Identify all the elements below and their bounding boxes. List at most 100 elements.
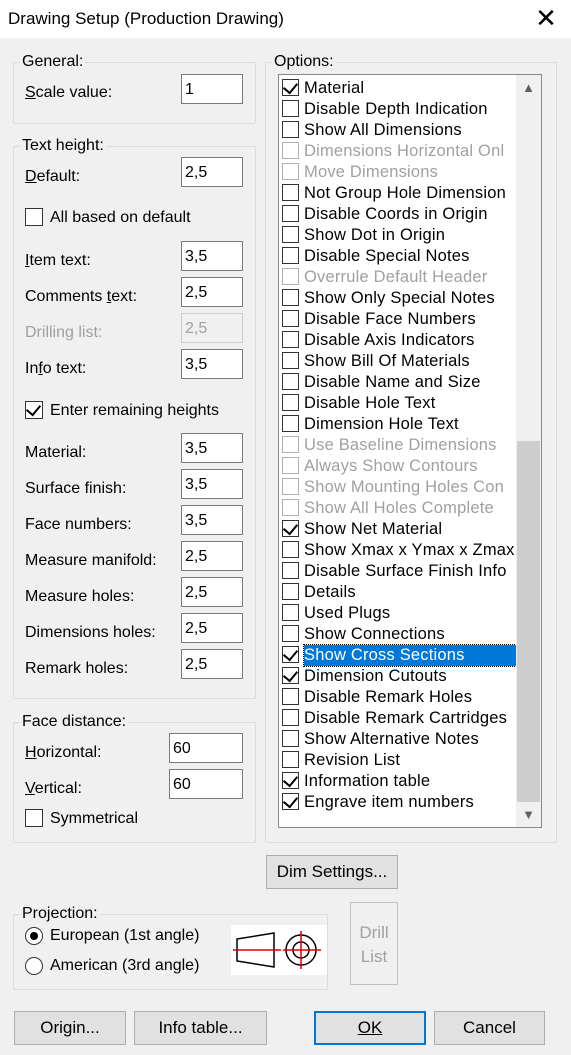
measure-manifold-input[interactable]: 2,5 [181,541,243,571]
cancel-button[interactable]: Cancel [434,1011,545,1045]
default-height-input[interactable]: 2,5 [181,157,243,187]
checkbox-icon[interactable] [282,394,299,411]
remark-holes-input[interactable]: 2,5 [181,649,243,679]
option-item[interactable]: Not Group Hole Dimension [279,183,518,204]
option-item[interactable]: Dimension Hole Text [279,414,518,435]
checkbox-icon[interactable] [282,352,299,369]
option-item[interactable]: Show Xmax x Ymax x Zmax [279,540,518,561]
checked-checkbox-icon[interactable] [282,519,299,537]
comments-text-input[interactable]: 2,5 [181,277,243,307]
checkbox-icon[interactable] [282,373,299,390]
checkbox-icon[interactable] [282,247,299,264]
option-item[interactable]: Disable Coords in Origin [279,204,518,225]
checkbox-icon[interactable] [282,625,299,642]
symmetrical-checkbox[interactable] [25,809,43,827]
options-scrollbar-thumb[interactable] [517,441,540,802]
option-item[interactable]: Always Show Contours [279,456,518,477]
dim-settings-button[interactable]: Dim Settings... [266,855,398,889]
option-item[interactable]: Use Baseline Dimensions [279,435,518,456]
checkbox-icon[interactable] [282,289,299,306]
option-item[interactable]: Disable Name and Size [279,372,518,393]
checked-checkbox-icon[interactable] [282,771,299,789]
option-item[interactable]: Disable Axis Indicators [279,330,518,351]
option-item[interactable]: Dimension Cutouts [279,666,518,687]
checkbox-icon[interactable] [282,604,299,621]
option-item[interactable]: Show Dot in Origin [279,225,518,246]
vertical-distance-input[interactable]: 60 [169,769,243,799]
option-item[interactable]: Show Mounting Holes Con [279,477,518,498]
checkbox-icon[interactable] [282,499,299,516]
scroll-down-arrow-icon[interactable]: ▼ [516,803,541,827]
item-text-input[interactable]: 3,5 [181,241,243,271]
option-item[interactable]: Used Plugs [279,603,518,624]
option-item[interactable]: Show Net Material [279,519,518,540]
horizontal-distance-input[interactable]: 60 [169,733,243,763]
option-item[interactable]: Show All Holes Complete [279,498,518,519]
checkbox-icon[interactable] [282,268,299,285]
option-item[interactable]: Move Dimensions [279,162,518,183]
info-text-input[interactable]: 3,5 [181,349,243,379]
option-item[interactable]: Show Only Special Notes [279,288,518,309]
checked-checkbox-icon[interactable] [282,78,299,96]
option-item[interactable]: Disable Surface Finish Info [279,561,518,582]
option-item[interactable]: Show Cross Sections [279,644,518,667]
enter-remaining-heights-checkbox[interactable] [25,400,43,419]
option-item[interactable]: Show Bill Of Materials [279,351,518,372]
checked-checkbox-icon[interactable] [282,645,299,663]
option-item[interactable]: Material [279,78,518,99]
european-radio[interactable] [25,927,43,945]
checkbox-icon[interactable] [282,436,299,453]
american-radio[interactable] [25,957,43,975]
option-item[interactable]: Show Alternative Notes [279,729,518,750]
checked-checkbox-icon[interactable] [282,792,299,810]
info-table-button[interactable]: Info table... [134,1011,267,1045]
option-item[interactable]: Disable Depth Indication [279,99,518,120]
face-numbers-input[interactable]: 3,5 [181,505,243,535]
option-item[interactable]: Dimensions Horizontal Onl [279,141,518,162]
measure-holes-input[interactable]: 2,5 [181,577,243,607]
checkbox-icon[interactable] [282,310,299,327]
surface-finish-input[interactable]: 3,5 [181,469,243,499]
option-item[interactable]: Disable Remark Holes [279,687,518,708]
option-item[interactable]: Details [279,582,518,603]
all-based-on-default-checkbox[interactable] [25,208,43,226]
checkbox-icon[interactable] [282,331,299,348]
option-item[interactable]: Show Connections [279,624,518,645]
option-item[interactable]: Information table [279,771,518,792]
option-item[interactable]: Disable Remark Cartridges [279,708,518,729]
option-item[interactable]: Disable Hole Text [279,393,518,414]
checkbox-icon[interactable] [282,121,299,138]
option-item[interactable]: Disable Face Numbers [279,309,518,330]
checkbox-icon[interactable] [282,205,299,222]
material-height-input[interactable]: 3,5 [181,433,243,463]
scale-value-input[interactable]: 1 [181,74,243,104]
option-item[interactable]: Revision List [279,750,518,771]
checked-checkbox-icon[interactable] [282,666,299,684]
checkbox-icon[interactable] [282,541,299,558]
option-item-label: Always Show Contours [304,457,478,475]
checkbox-icon[interactable] [282,226,299,243]
origin-button[interactable]: Origin... [14,1011,126,1045]
option-item[interactable]: Overrule Default Header [279,267,518,288]
checkbox-icon[interactable] [282,562,299,579]
option-item[interactable]: Disable Special Notes [279,246,518,267]
option-item[interactable]: Show All Dimensions [279,120,518,141]
checkbox-icon[interactable] [282,688,299,705]
ok-button[interactable]: OK [314,1011,426,1045]
checkbox-icon[interactable] [282,163,299,180]
checkbox-icon[interactable] [282,478,299,495]
checkbox-icon[interactable] [282,730,299,747]
scroll-up-arrow-icon[interactable]: ▲ [516,76,541,100]
checkbox-icon[interactable] [282,184,299,201]
checkbox-icon[interactable] [282,457,299,474]
checkbox-icon[interactable] [282,142,299,159]
options-list[interactable]: Material Disable Depth Indication Show All… [278,74,542,828]
option-item[interactable]: Engrave item numbers [279,792,518,813]
checkbox-icon[interactable] [282,583,299,600]
close-icon[interactable]: ✕ [531,4,561,34]
checkbox-icon[interactable] [282,415,299,432]
dimensions-holes-input[interactable]: 2,5 [181,613,243,643]
checkbox-icon[interactable] [282,709,299,726]
checkbox-icon[interactable] [282,100,299,117]
checkbox-icon[interactable] [282,751,299,768]
